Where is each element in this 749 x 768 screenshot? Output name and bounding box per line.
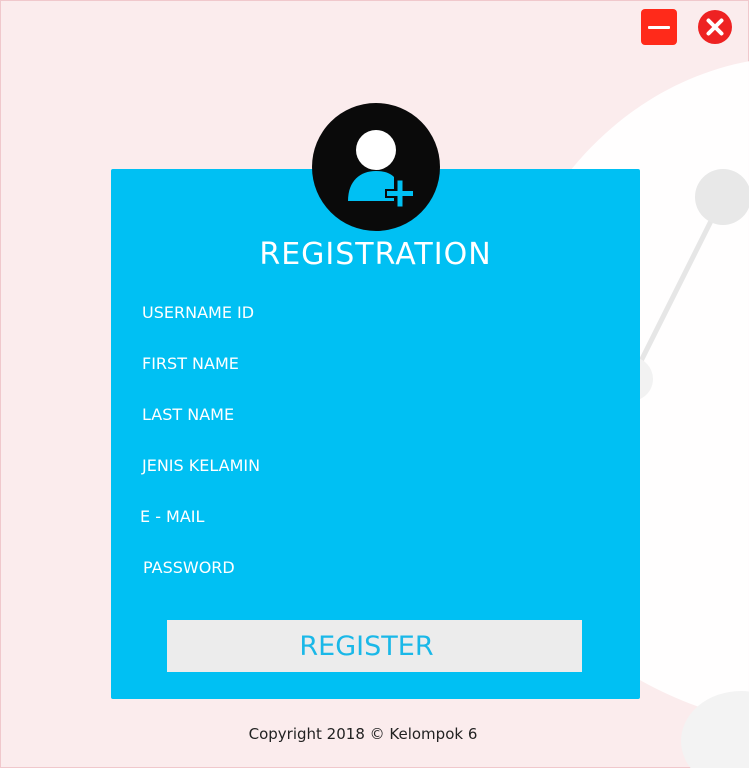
minimize-button[interactable] <box>641 9 677 45</box>
page-title: REGISTRATION <box>259 237 492 272</box>
add-user-icon <box>348 130 415 209</box>
gender-label: JENIS KELAMIN <box>142 456 261 475</box>
last-name-label: LAST NAME <box>142 405 235 424</box>
email-label: E - MAIL <box>140 507 205 526</box>
close-button[interactable] <box>697 9 733 45</box>
username-label: USERNAME ID <box>142 303 255 322</box>
first-name-label: FIRST NAME <box>142 354 239 373</box>
x-circle-icon <box>698 10 732 44</box>
register-button[interactable]: REGISTER <box>167 620 582 672</box>
password-label: PASSWORD <box>143 558 235 577</box>
copyright-text: Copyright 2018 © Kelompok 6 <box>248 725 478 743</box>
minus-icon <box>648 25 670 29</box>
avatar <box>312 103 440 231</box>
